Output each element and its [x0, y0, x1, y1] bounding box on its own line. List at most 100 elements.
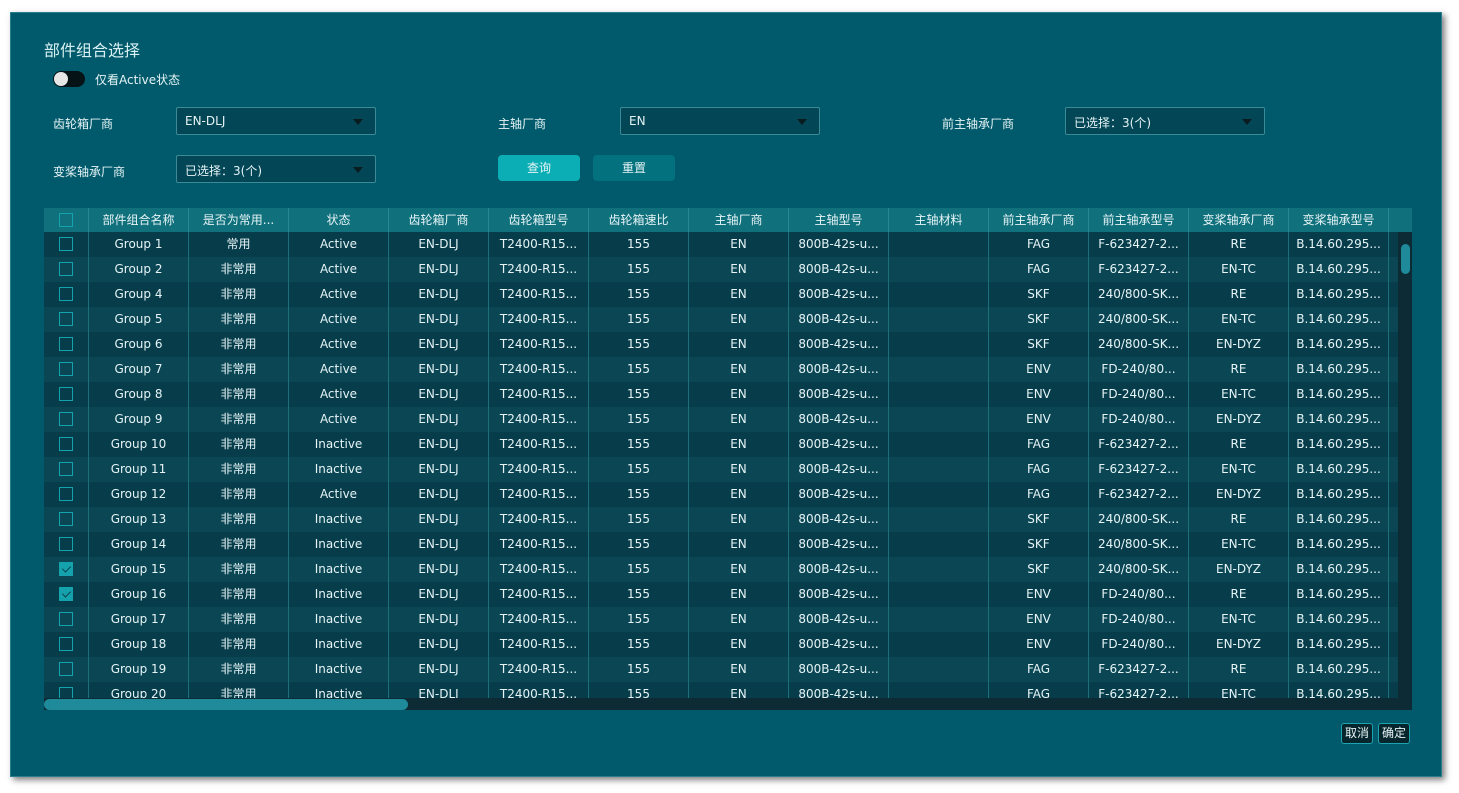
row-checkbox[interactable] [59, 386, 73, 401]
table-cell: 非常用 [189, 282, 289, 307]
table-cell: Group 1 [89, 232, 189, 257]
column-header[interactable]: 后 [1389, 208, 1412, 232]
table-cell [1389, 282, 1398, 307]
table-row[interactable]: Group 4 非常用 Active EN-DLJ T2400-R15... 155 EN 8… [44, 282, 1398, 307]
row-checkbox[interactable] [59, 336, 73, 351]
column-header[interactable]: 前主轴承厂商 [989, 208, 1089, 232]
cancel-button[interactable]: 取消 [1341, 723, 1374, 744]
row-checkbox[interactable] [59, 636, 73, 651]
row-checkbox[interactable] [59, 586, 73, 601]
active-only-label: 仅看Active状态 [95, 73, 181, 87]
component-group-table: 部件组合名称 是否为常用... 状态 齿轮箱厂商 齿轮箱型号 齿轮箱速比 主轴厂商 主轴型号主… [44, 208, 1412, 710]
vertical-scrollbar[interactable] [1398, 232, 1412, 710]
table-row[interactable]: Group 8 非常用 Active EN-DLJ T2400-R15... 155 EN 8… [44, 382, 1398, 407]
table-cell: EN [689, 382, 789, 407]
horizontal-scrollbar[interactable] [44, 698, 1398, 710]
table-cell: Inactive [289, 632, 389, 657]
row-checkbox[interactable] [59, 561, 73, 576]
table-cell: 155 [589, 507, 689, 532]
table-row[interactable]: Group 11 非常用 Inactive EN-DLJ T2400-R15... 155… [44, 457, 1398, 482]
table-cell: EN-DYZ [1189, 332, 1289, 357]
table-cell: EN-DLJ [389, 457, 489, 482]
table-cell: FD-240/80... [1089, 582, 1189, 607]
confirm-button[interactable]: 确定 [1378, 723, 1411, 744]
table-row[interactable]: Group 18 非常用 Inactive EN-DLJ T2400-R15... 155… [44, 632, 1398, 657]
column-header[interactable]: 齿轮箱厂商 [389, 208, 489, 232]
table-row[interactable]: Group 16 非常用 Inactive EN-DLJ T2400-R15... 155… [44, 582, 1398, 607]
row-checkbox[interactable] [59, 436, 73, 451]
pitch-bearing-vendor-select[interactable]: 已选择：3(个) [176, 155, 376, 183]
column-header[interactable]: 前主轴承型号 [1089, 208, 1189, 232]
gearbox-vendor-select[interactable]: EN-DLJ [176, 107, 376, 135]
table-row[interactable]: Group 7 非常用 Active EN-DLJ T2400-R15... 155 EN 8… [44, 357, 1398, 382]
table-cell [889, 657, 989, 682]
table-cell [1389, 357, 1398, 382]
row-checkbox-cell [44, 482, 89, 507]
row-checkbox[interactable] [59, 236, 73, 251]
active-only-toggle[interactable] [53, 71, 85, 87]
table-row[interactable]: Group 15 非常用 Inactive EN-DLJ T2400-R15... 155… [44, 557, 1398, 582]
table-cell: EN [689, 557, 789, 582]
table-row[interactable]: Group 12 非常用 Active EN-DLJ T2400-R15... 155 EN… [44, 482, 1398, 507]
column-header[interactable]: 部件组合名称 [89, 208, 189, 232]
table-row[interactable]: Group 1 常用 Active EN-DLJ T2400-R15... 155 EN 80… [44, 232, 1398, 257]
row-checkbox[interactable] [59, 686, 73, 698]
row-checkbox[interactable] [59, 661, 73, 676]
table-cell [1389, 382, 1398, 407]
table-row[interactable]: Group 14 非常用 Inactive EN-DLJ T2400-R15... 155… [44, 532, 1398, 557]
row-checkbox[interactable] [59, 361, 73, 376]
row-checkbox[interactable] [59, 286, 73, 301]
row-checkbox[interactable] [59, 311, 73, 326]
table-cell: EN-TC [1189, 607, 1289, 632]
table-cell: SKF [989, 307, 1089, 332]
table-body: Group 1 常用 Active EN-DLJ T2400-R15... 155 EN 80… [44, 232, 1398, 698]
row-checkbox[interactable] [59, 511, 73, 526]
column-header[interactable]: 齿轮箱速比 [589, 208, 689, 232]
front-bearing-vendor-select[interactable]: 已选择：3(个) [1065, 107, 1265, 135]
row-checkbox[interactable] [59, 261, 73, 276]
row-checkbox-cell [44, 682, 89, 698]
table-row[interactable]: Group 19 非常用 Inactive EN-DLJ T2400-R15... 155… [44, 657, 1398, 682]
table-row[interactable]: Group 6 非常用 Active EN-DLJ T2400-R15... 155 EN 8… [44, 332, 1398, 357]
table-row[interactable]: Group 13 非常用 Inactive EN-DLJ T2400-R15... 155… [44, 507, 1398, 532]
reset-button[interactable]: 重置 [593, 155, 675, 181]
shaft-vendor-select[interactable]: EN [620, 107, 820, 135]
table-cell: 155 [589, 682, 689, 698]
column-header[interactable]: 齿轮箱型号 [489, 208, 589, 232]
column-header[interactable]: 主轴型号 [789, 208, 889, 232]
row-checkbox[interactable] [59, 611, 73, 626]
table-row[interactable]: Group 20 非常用 Inactive EN-DLJ T2400-R15... 155… [44, 682, 1398, 698]
row-checkbox[interactable] [59, 486, 73, 501]
table-cell: T2400-R15... [489, 307, 589, 332]
select-all-checkbox[interactable] [59, 212, 73, 227]
table-row[interactable]: Group 2 非常用 Active EN-DLJ T2400-R15... 155 EN 8… [44, 257, 1398, 282]
horizontal-scroll-thumb[interactable] [44, 699, 408, 710]
row-checkbox[interactable] [59, 536, 73, 551]
table-cell: FAG [989, 682, 1089, 698]
column-header[interactable]: 变桨轴承厂商 [1189, 208, 1289, 232]
table-cell: 240/800-SK... [1089, 507, 1189, 532]
row-checkbox[interactable] [59, 411, 73, 426]
table-cell [1389, 507, 1398, 532]
table-cell: 非常用 [189, 382, 289, 407]
column-header[interactable]: 变桨轴承型号 [1289, 208, 1389, 232]
query-button[interactable]: 查询 [498, 155, 580, 181]
column-header[interactable]: 主轴材料 [889, 208, 989, 232]
column-header[interactable]: 主轴厂商 [689, 208, 789, 232]
column-header[interactable]: 是否为常用... [189, 208, 289, 232]
table-cell: EN [689, 307, 789, 332]
table-cell: T2400-R15... [489, 632, 589, 657]
table-row[interactable]: Group 9 非常用 Active EN-DLJ T2400-R15... 155 EN 8… [44, 407, 1398, 432]
table-cell: 非常用 [189, 507, 289, 532]
table-cell: EN [689, 632, 789, 657]
table-cell: Active [289, 232, 389, 257]
vertical-scroll-thumb[interactable] [1401, 244, 1410, 274]
table-row[interactable]: Group 5 非常用 Active EN-DLJ T2400-R15... 155 EN 8… [44, 307, 1398, 332]
table-cell: EN [689, 232, 789, 257]
table-row[interactable]: Group 17 非常用 Inactive EN-DLJ T2400-R15... 155… [44, 607, 1398, 632]
row-checkbox[interactable] [59, 461, 73, 476]
column-header[interactable]: 状态 [289, 208, 389, 232]
table-row[interactable]: Group 10 非常用 Inactive EN-DLJ T2400-R15... 155… [44, 432, 1398, 457]
table-cell: EN [689, 582, 789, 607]
table-cell: 155 [589, 557, 689, 582]
